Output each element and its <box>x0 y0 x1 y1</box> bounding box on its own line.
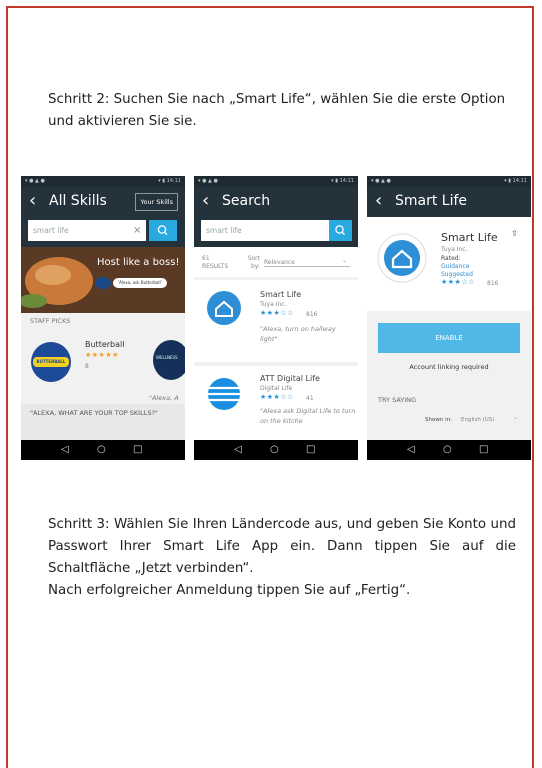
results-header: 61 RESULTS Sort by: Relevance ⌄ <box>194 247 358 277</box>
partial-quote: "Alexa, A <box>149 394 179 402</box>
search-row: smart life × <box>21 217 185 247</box>
search-icon <box>157 225 168 236</box>
android-nav-bar: ◁ ○ □ <box>21 440 185 460</box>
skill-vendor: Tuya Inc. <box>441 246 468 253</box>
chevron-down-icon[interactable]: ⌄ <box>342 257 347 264</box>
nav-back-icon[interactable]: ◁ <box>407 440 415 460</box>
promo-banner[interactable]: Host like a boss! 'Alexa, ask Butterball… <box>21 247 185 313</box>
nav-home-icon[interactable]: ○ <box>97 440 106 460</box>
app-bar: ‹ Search <box>194 187 358 217</box>
result-name: ATT Digital Life <box>260 374 320 383</box>
smart-life-logo <box>207 291 241 325</box>
screen-title: Smart Life <box>395 193 468 209</box>
search-icon <box>335 225 345 236</box>
step-3-text: Schritt 3: Wählen Sie Ihren Ländercode a… <box>48 514 516 602</box>
search-input[interactable]: smart life <box>201 220 329 241</box>
app-bar: ‹ All Skills Your Skills <box>21 187 185 217</box>
result-quote: "Alexa ask Digital Life to turn on the k… <box>260 407 356 425</box>
result-count: 41 <box>306 395 314 402</box>
clear-icon[interactable]: × <box>133 220 141 241</box>
nav-back-icon[interactable]: ◁ <box>61 440 69 460</box>
status-bar: ▾ ● ▲ ● ▾ ▮ 14:11 <box>367 176 531 187</box>
back-arrow-icon[interactable]: ‹ <box>375 190 382 212</box>
butterball-logo: BUTTERBALL <box>31 342 71 382</box>
nav-home-icon[interactable]: ○ <box>270 440 279 460</box>
result-item[interactable]: Smart Life Tuya Inc. ★★★☆☆ 816 "Alexa, t… <box>194 280 358 362</box>
turkey-image <box>21 257 93 308</box>
screenshot-search: ▾ ● ▲ ● ▾ ▮ 14:11 ‹ Search smart life 61 … <box>194 176 358 460</box>
search-input[interactable]: smart life <box>28 220 146 241</box>
sort-select[interactable]: Relevance <box>264 259 350 267</box>
rated-label: Rated: <box>441 255 461 262</box>
skill-card-butterball[interactable]: BUTTERBALL Butterball ★★★★★ 8 <box>21 328 141 398</box>
screenshot-all-skills: ▾ ● ▲ ● ▾ ▮ 14:11 ‹ All Skills Your Skill… <box>21 176 185 460</box>
result-name: Smart Life <box>260 290 302 299</box>
result-rating: ★★★☆☆ <box>260 393 294 401</box>
step-3-line: Nach erfolgreicher Anmeldung tippen Sie … <box>48 583 411 598</box>
skill-name: Butterball <box>85 340 125 349</box>
chevron-down-icon[interactable]: ⌄ <box>513 414 518 421</box>
results-label: RESULTS <box>202 263 229 270</box>
shown-in-label: Shown in: <box>425 417 452 423</box>
result-quote: "Alexa, turn on hallway light" <box>260 325 336 343</box>
banner-pill: 'Alexa, ask Butterball' <box>113 278 167 288</box>
banner-logo <box>95 277 111 289</box>
status-bar: ▾ ● ▲ ● ▾ ▮ 14:11 <box>194 176 358 187</box>
search-button[interactable] <box>149 220 177 241</box>
result-vendor: Digital Life <box>260 385 293 392</box>
share-icon[interactable]: ⇪ <box>511 229 518 238</box>
skill-rating: ★★★★★ <box>85 351 119 359</box>
screenshot-skill-detail: ▾ ● ▲ ● ▾ ▮ 14:11 ‹ Smart Life Smart Life… <box>367 176 531 460</box>
account-linking-note: Account linking required <box>409 363 489 371</box>
back-arrow-icon[interactable]: ‹ <box>29 190 36 212</box>
skill-rating: ★★★☆☆ <box>441 278 475 286</box>
nav-recent-icon[interactable]: □ <box>306 440 315 460</box>
review-count: 816 <box>487 280 499 287</box>
screen-title: All Skills <box>49 193 107 209</box>
nav-recent-icon[interactable]: □ <box>479 440 488 460</box>
nav-home-icon[interactable]: ○ <box>443 440 452 460</box>
smart-life-logo <box>377 233 427 283</box>
nav-back-icon[interactable]: ◁ <box>234 440 242 460</box>
step-3-line: Schritt 3: Wählen Sie Ihren Ländercode a… <box>48 517 516 576</box>
result-rating: ★★★☆☆ <box>260 309 294 317</box>
status-bar: ▾ ● ▲ ● ▾ ▮ 14:11 <box>21 176 185 187</box>
screen-title: Search <box>222 193 271 209</box>
your-skills-button[interactable]: Your Skills <box>135 193 178 211</box>
rating-suggested: Suggested <box>441 271 473 278</box>
language-select[interactable]: English (US) <box>461 417 494 423</box>
enable-button[interactable]: ENABLE <box>378 323 520 353</box>
top-skills-banner[interactable]: "ALEXA, WHAT ARE YOUR TOP SKILLS?" <box>21 404 185 440</box>
att-logo <box>208 378 240 410</box>
back-arrow-icon[interactable]: ‹ <box>202 190 209 212</box>
try-saying-heading: TRY SAYING <box>378 396 417 404</box>
android-nav-bar: ◁ ○ □ <box>194 440 358 460</box>
result-count: 816 <box>306 311 318 318</box>
android-nav-bar: ◁ ○ □ <box>367 440 531 460</box>
skill-header: Smart Life ⇪ Tuya Inc. Rated: Guidance S… <box>367 217 531 311</box>
sort-label: Sort by: <box>247 255 260 270</box>
section-heading: STAFF PICKS <box>30 317 71 325</box>
banner-headline: Host like a boss! <box>97 257 180 268</box>
search-row: smart life <box>194 217 358 247</box>
nav-recent-icon[interactable]: □ <box>133 440 142 460</box>
result-vendor: Tuya Inc. <box>260 301 287 308</box>
skill-count: 8 <box>85 363 89 370</box>
rating-guidance: Guidance <box>441 263 470 270</box>
result-item[interactable]: ATT Digital Life Digital Life ★★★☆☆ 41 "… <box>194 366 358 440</box>
results-count: 61 <box>202 255 210 262</box>
skill-card-partial[interactable]: WELLNESS <box>153 340 185 380</box>
app-bar: ‹ Smart Life <box>367 187 531 217</box>
step-2-text: Schritt 2: Suchen Sie nach „Smart Life“,… <box>48 92 506 129</box>
search-button[interactable] <box>329 220 352 241</box>
skill-name: Smart Life <box>441 231 498 244</box>
